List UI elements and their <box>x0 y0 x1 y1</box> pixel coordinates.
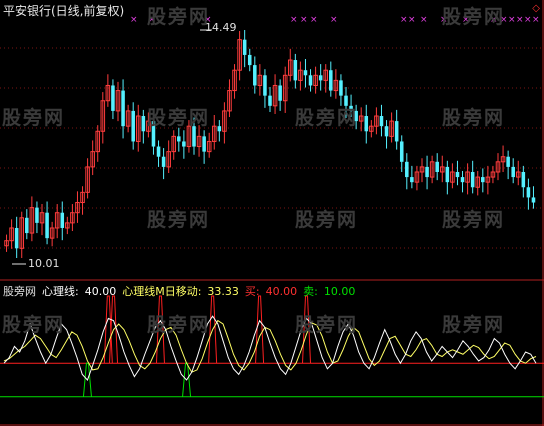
watermark: 股旁网 <box>2 107 66 129</box>
watermark: 股旁网 <box>2 314 66 336</box>
candle-body <box>217 126 222 132</box>
candle-body <box>156 146 161 157</box>
candle-body <box>278 85 282 101</box>
watermark: 股旁网 <box>442 314 506 336</box>
signal-marker: × <box>300 15 308 25</box>
candle-body <box>121 90 125 127</box>
candle-body <box>445 166 450 183</box>
watermark: 股旁网 <box>147 107 211 129</box>
signal-marker: × <box>290 15 298 25</box>
indicator-legend: 股旁网 心理线: 40.00 心理线M日移动: 33.33 买: 40.00 卖: 10.00 <box>3 283 361 299</box>
candle-body <box>202 136 206 152</box>
candle-body <box>425 166 429 178</box>
legend-line2-value: 33.33 <box>207 285 239 298</box>
candle-body <box>293 60 298 81</box>
signal-marker: × <box>532 15 540 25</box>
watermark: 股旁网 <box>295 209 359 231</box>
candle-body <box>399 141 404 162</box>
candle-body <box>379 116 384 127</box>
candle-body <box>60 212 65 228</box>
candle-body <box>131 110 135 142</box>
watermark: 股旁网 <box>442 209 506 231</box>
candle-body <box>111 85 115 111</box>
candle-body <box>526 187 531 198</box>
legend-line2-label: 心理线M日移动: <box>122 285 202 298</box>
candle-body <box>268 95 272 106</box>
legend-name: 股旁网 <box>3 285 36 298</box>
candle-body <box>45 212 49 239</box>
candle-body <box>455 171 460 178</box>
watermark: 股旁网 <box>147 209 211 231</box>
legend-line1-value: 40.00 <box>84 285 117 298</box>
candle-body <box>384 126 389 137</box>
legend-buy-value: 40.00 <box>265 285 298 298</box>
watermark: 股旁网 <box>295 107 359 129</box>
signal-marker: × <box>408 15 416 25</box>
chart-canvas: × × × × × × × × × × × × × × × × × × 平安银行(日线,前复权) ◇ 14.49 … <box>0 0 544 426</box>
candle-body <box>511 166 515 178</box>
candle-body <box>177 136 181 142</box>
legend-sell-value: 10.00 <box>323 285 356 298</box>
legend-buy-label: 买: <box>244 285 260 298</box>
diamond-icon: ◇ <box>532 3 540 14</box>
candle-body <box>247 54 252 66</box>
min-price-label: 10.01 <box>28 257 60 270</box>
candle-body <box>506 156 510 167</box>
signal-marker: × <box>516 15 524 25</box>
candle-body <box>242 39 247 55</box>
watermark: 股旁网 <box>295 314 359 336</box>
candle-body <box>141 116 146 132</box>
candle-body <box>394 121 399 142</box>
candle-body <box>35 207 39 223</box>
candle-body <box>329 70 333 91</box>
candle-body <box>405 161 409 178</box>
legend-line1-label: 心理线: <box>42 285 79 298</box>
candle-body <box>470 171 475 188</box>
legend-sell-label: 卖: <box>303 285 318 298</box>
candle-body <box>263 75 267 96</box>
chart-title: 平安银行(日线,前复权) <box>3 4 125 18</box>
signal-marker: × <box>330 15 338 25</box>
candle-body <box>318 75 323 81</box>
watermark: 股旁网 <box>147 314 211 336</box>
signal-marker: × <box>524 15 532 25</box>
signal-marker: × <box>508 15 516 25</box>
signal-marker: × <box>310 15 318 25</box>
candle-body <box>161 156 166 167</box>
candle-body <box>410 177 414 183</box>
candle-body <box>364 116 369 132</box>
signal-marker: × <box>400 15 408 25</box>
candle-body <box>253 65 257 86</box>
signal-marker: × <box>130 15 138 25</box>
watermark: 股旁网 <box>442 6 506 28</box>
candle-body <box>14 227 19 249</box>
candle-body <box>531 197 536 203</box>
candle-body <box>435 161 439 172</box>
signal-marker: × <box>420 15 428 25</box>
watermark: 股旁网 <box>442 107 506 129</box>
candle-body <box>460 177 465 183</box>
watermark: 股旁网 <box>147 6 211 28</box>
candle-body <box>25 217 29 234</box>
candle-body <box>521 171 526 188</box>
candle-body <box>481 177 485 183</box>
candle-body <box>308 75 313 86</box>
candle-body <box>303 70 308 76</box>
candle-body <box>182 141 186 147</box>
candle-body <box>339 80 343 96</box>
